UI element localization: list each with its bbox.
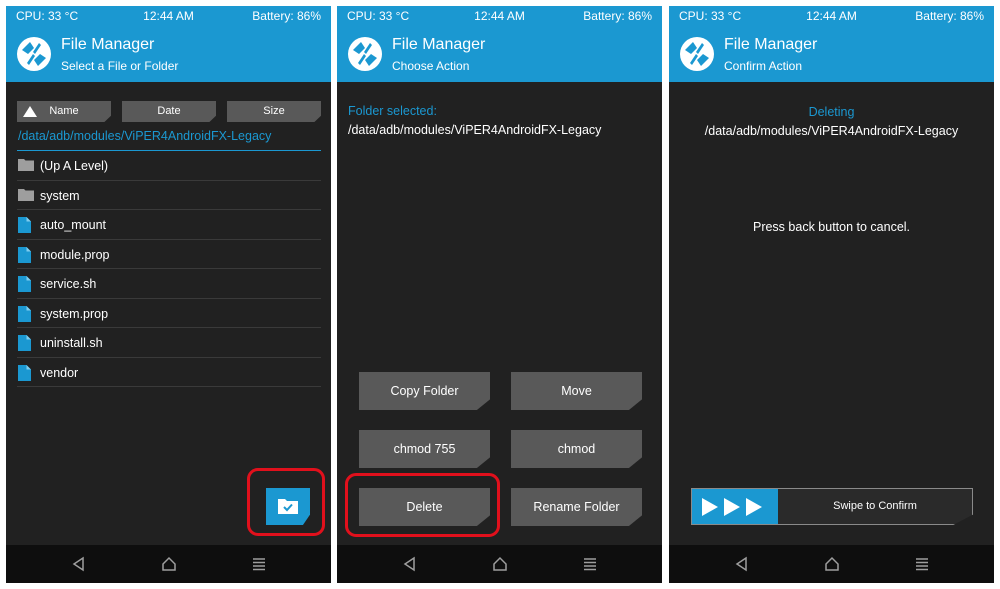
chmod-button[interactable]: chmod xyxy=(511,430,642,468)
status-bar: CPU: 33 °C 12:44 AM Battery: 86% xyxy=(6,6,331,27)
status-bar: CPU: 33 °C 12:44 AM Battery: 86% xyxy=(669,6,994,27)
sort-by-size-button[interactable]: Size xyxy=(227,101,321,122)
highlight-select-folder xyxy=(247,468,325,536)
page-subtitle: Select a File or Folder xyxy=(61,59,179,73)
folder-icon xyxy=(18,188,34,201)
move-button[interactable]: Move xyxy=(511,372,642,410)
list-item-label: vendor xyxy=(40,365,79,380)
page-title: File Manager xyxy=(724,36,818,53)
list-item-label: service.sh xyxy=(40,277,97,291)
page-subtitle: Confirm Action xyxy=(724,59,803,73)
page-title: File Manager xyxy=(61,36,155,53)
selected-path: /data/adb/modules/ViPER4AndroidFX-Legacy xyxy=(348,123,602,137)
swipe-label: Swipe to Confirm xyxy=(833,500,917,512)
nav-bar xyxy=(337,545,662,583)
menu-icon[interactable] xyxy=(913,556,931,572)
triple-arrow-icon xyxy=(702,498,762,516)
list-item-label: system.prop xyxy=(40,306,109,321)
current-path: /data/adb/modules/ViPER4AndroidFX-Legacy xyxy=(18,129,272,143)
file-manager-confirm-screen: CPU: 33 °C 12:44 AM Battery: 86% File Ma… xyxy=(669,6,994,583)
title-bar: File Manager Select a File or Folder xyxy=(6,27,331,82)
list-item-label: system xyxy=(40,188,80,203)
folder-icon xyxy=(18,159,34,171)
rename-folder-button[interactable]: Rename Folder xyxy=(511,488,642,526)
sort-ascending-icon xyxy=(23,106,37,117)
battery-level: Battery: 86% xyxy=(583,9,652,23)
file-list: (Up A Level) system auto_mount module.pr… xyxy=(17,151,321,387)
status-bar: CPU: 33 °C 12:44 AM Battery: 86% xyxy=(337,6,662,27)
back-icon[interactable] xyxy=(401,556,419,572)
sort-by-name-button[interactable]: Name xyxy=(17,101,111,122)
file-icon xyxy=(18,305,31,322)
back-icon[interactable] xyxy=(733,556,751,572)
list-item-uninstall-sh[interactable]: uninstall.sh xyxy=(17,328,321,358)
folder-selected-label: Folder selected: xyxy=(348,104,437,118)
page-subtitle: Choose Action xyxy=(392,59,470,73)
file-icon xyxy=(18,217,31,233)
chmod-755-button[interactable]: chmod 755 xyxy=(359,430,490,468)
file-icon xyxy=(18,246,31,263)
menu-icon[interactable] xyxy=(581,556,599,572)
copy-folder-button[interactable]: Copy Folder xyxy=(359,372,490,410)
deleting-path: /data/adb/modules/ViPER4AndroidFX-Legacy xyxy=(704,124,959,138)
file-icon xyxy=(18,276,31,292)
home-icon[interactable] xyxy=(491,556,509,572)
title-bar: File Manager Confirm Action xyxy=(669,27,994,82)
twrp-logo-icon xyxy=(17,37,51,71)
nav-bar xyxy=(6,545,331,583)
back-icon[interactable] xyxy=(70,556,88,572)
deleting-label: Deleting xyxy=(808,105,855,119)
sort-name-label: Name xyxy=(49,105,79,117)
file-icon xyxy=(18,364,31,381)
file-icon xyxy=(18,335,31,351)
menu-icon[interactable] xyxy=(250,556,268,572)
list-item-auto-mount[interactable]: auto_mount xyxy=(17,210,321,240)
home-icon[interactable] xyxy=(160,556,178,572)
swipe-handle[interactable] xyxy=(692,489,778,524)
home-icon[interactable] xyxy=(823,556,841,572)
list-item-label: module.prop xyxy=(40,247,110,262)
list-item-label: auto_mount xyxy=(40,218,107,232)
list-item-vendor[interactable]: vendor xyxy=(17,358,321,387)
list-item-module-prop[interactable]: module.prop xyxy=(17,240,321,269)
list-item-system-prop[interactable]: system.prop xyxy=(17,299,321,328)
title-bar: File Manager Choose Action xyxy=(337,27,662,82)
swipe-to-confirm-slider[interactable]: Swipe to Confirm xyxy=(691,488,973,525)
list-item-up-level[interactable]: (Up A Level) xyxy=(17,151,321,181)
cancel-hint: Press back button to cancel. xyxy=(752,220,911,234)
list-item-label: uninstall.sh xyxy=(40,336,103,350)
twrp-logo-icon xyxy=(680,37,714,71)
battery-level: Battery: 86% xyxy=(252,9,321,23)
nav-bar xyxy=(669,545,994,583)
list-item-label: (Up A Level) xyxy=(40,159,109,173)
highlight-delete xyxy=(345,473,500,537)
page-title: File Manager xyxy=(392,36,486,53)
battery-level: Battery: 86% xyxy=(915,9,984,23)
list-item-system[interactable]: system xyxy=(17,181,321,210)
twrp-logo-icon xyxy=(348,37,382,71)
sort-by-date-button[interactable]: Date xyxy=(122,101,216,122)
list-item-service-sh[interactable]: service.sh xyxy=(17,269,321,299)
